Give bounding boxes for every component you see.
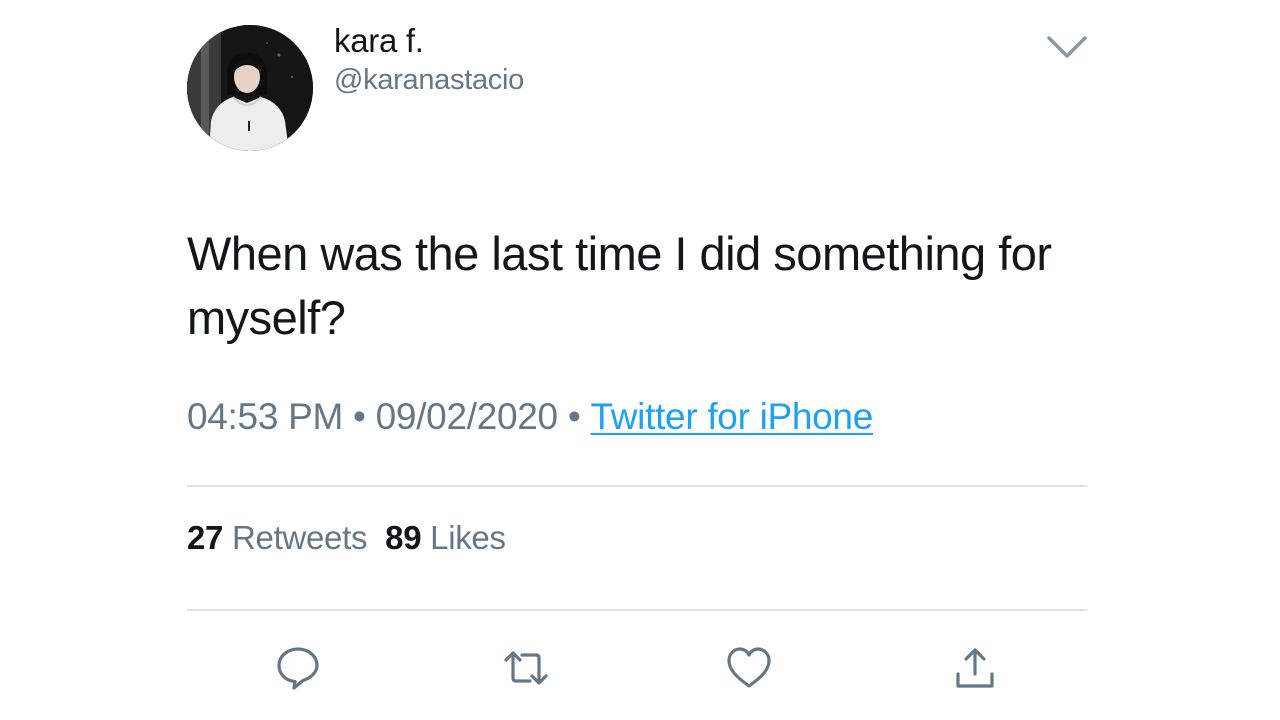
likes-count: 89 — [385, 519, 422, 556]
like-button[interactable] — [725, 644, 773, 692]
share-button[interactable] — [951, 644, 999, 692]
avatar[interactable] — [187, 25, 313, 151]
heart-icon — [727, 647, 771, 688]
tweet-time: 04:53 PM — [187, 396, 343, 437]
tweet-stats: 27 Retweets 89 Likes — [187, 519, 506, 557]
reply-icon — [277, 647, 319, 690]
tweet-text: When was the last time I did something f… — [187, 227, 1052, 344]
display-name[interactable]: kara f. — [334, 22, 424, 60]
retweets-label: Retweets — [231, 519, 368, 556]
avatar-image — [187, 25, 313, 151]
tweet-date: 09/02/2020 — [375, 396, 558, 437]
retweets-count: 27 — [187, 519, 224, 556]
chevron-down-icon[interactable] — [1046, 30, 1088, 62]
divider — [187, 485, 1087, 487]
retweets-stat[interactable]: 27 Retweets — [187, 519, 367, 556]
tweet-metadata: 04:53 PM • 09/02/2020 • Twitter for iPhone — [187, 396, 873, 438]
likes-stat[interactable]: 89 Likes — [385, 519, 506, 556]
user-handle[interactable]: @karanastacio — [334, 64, 524, 97]
likes-label: Likes — [430, 519, 506, 556]
retweet-button[interactable] — [502, 644, 550, 692]
reply-button[interactable] — [274, 644, 322, 692]
retweet-icon — [504, 651, 548, 685]
tweet-card: kara f. @karanastacio When was the last … — [0, 0, 1280, 720]
divider — [187, 609, 1087, 611]
share-icon — [956, 648, 994, 688]
meta-separator: • — [352, 396, 366, 437]
tweet-source-link[interactable]: Twitter for iPhone — [590, 396, 873, 437]
meta-separator: • — [567, 396, 581, 437]
